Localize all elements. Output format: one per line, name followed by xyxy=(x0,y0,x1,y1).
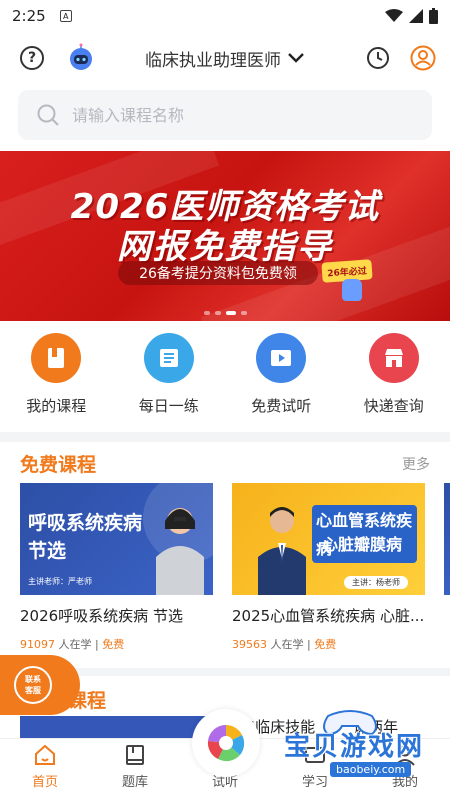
promo-banner[interactable]: 2026医师资格考试 网报免费指导 26备考提分资料包免费领 26年必过 xyxy=(0,151,450,321)
quick-actions: 我的课程 每日一练 免费试听 快递查询 xyxy=(0,333,450,423)
learner-suffix: 人在学 | xyxy=(270,638,315,651)
more-link[interactable]: 更多 xyxy=(402,454,430,474)
tab-trial[interactable]: 试听 xyxy=(180,709,270,800)
store-icon xyxy=(368,333,419,383)
status-icons xyxy=(385,8,438,24)
course-card-peek[interactable] xyxy=(444,483,450,595)
thumb-teacher: 主讲老师：严老师 xyxy=(28,577,92,586)
quick-label: 快递查询 xyxy=(363,397,424,415)
status-bar: 2:25 A xyxy=(0,0,450,32)
quick-express-query[interactable]: 快递查询 xyxy=(338,333,450,423)
notification-icon: A xyxy=(59,10,72,22)
wifi-icon xyxy=(385,9,403,22)
course-meta: 91097 人在学 | 免费 xyxy=(20,636,213,652)
contact-support-badge: 联系 客服 xyxy=(14,666,52,704)
learner-suffix: 人在学 | xyxy=(58,638,103,651)
banner-pagination xyxy=(0,311,450,315)
tab-question-bank[interactable]: 题库 xyxy=(90,739,180,800)
status-time: 2:25 xyxy=(12,7,46,25)
quick-label: 我的课程 xyxy=(26,397,87,415)
learner-count: 91097 xyxy=(20,638,55,651)
pagination-dot xyxy=(214,311,221,315)
course-thumbnail-partial xyxy=(20,716,210,738)
pagination-dot-active xyxy=(225,311,236,315)
site-watermark: 宝贝游戏网 baobeiy.com xyxy=(270,708,446,788)
course-name: 2025心血管系统疾病 心脏... xyxy=(232,607,425,625)
play-icon xyxy=(256,333,307,383)
search-icon xyxy=(37,104,59,126)
tab-label: 题库 xyxy=(121,775,148,790)
section-divider xyxy=(0,432,450,442)
thumb-title: 呼吸系统疾病 xyxy=(28,512,143,534)
user-avatar-icon[interactable] xyxy=(410,45,436,71)
teacher-photo xyxy=(258,507,306,595)
banner-offer-pill: 26备考提分资料包免费领 xyxy=(118,261,318,285)
contact-support-button[interactable]: 联系 客服 xyxy=(0,655,80,715)
contact-line: 客服 xyxy=(25,686,41,695)
quick-my-courses[interactable]: 我的课程 xyxy=(0,333,113,423)
search-bar[interactable] xyxy=(18,90,432,140)
course-thumbnail: 心血管系统疾病 心脏瓣膜病 主讲：杨老师 xyxy=(232,483,425,595)
quick-label: 每日一练 xyxy=(138,397,199,415)
book-icon xyxy=(31,333,82,383)
history-clock-icon[interactable] xyxy=(366,46,390,70)
tab-home[interactable]: 首页 xyxy=(0,739,90,800)
pagination-dot xyxy=(203,311,210,315)
course-card[interactable]: 心血管系统疾病 心脏瓣膜病 主讲：杨老师 2025心血管系统疾病 心脏... 3… xyxy=(232,483,425,652)
course-name: 2026呼吸系统疾病 节选 xyxy=(20,607,183,625)
exam-title: 临床执业助理医师 xyxy=(145,50,281,71)
watermark-url: baobeiy.com xyxy=(330,762,412,777)
book-icon xyxy=(126,745,144,765)
quick-label: 免费试听 xyxy=(251,397,312,415)
top-nav: ? 临床执业助理医师 xyxy=(0,32,450,84)
tab-label: 首页 xyxy=(31,775,58,790)
price-label: 免费 xyxy=(102,638,125,651)
pagination-dot xyxy=(240,311,247,315)
watermark-text: 宝贝游戏网 xyxy=(284,732,425,762)
contact-line: 联系 xyxy=(25,675,41,684)
robot-assistant-icon[interactable] xyxy=(66,43,96,73)
signal-icon xyxy=(409,9,423,23)
course-thumbnail: 呼吸系统疾病 节选 主讲老师：严老师 xyxy=(20,483,213,595)
course-thumbnail xyxy=(444,483,450,595)
course-card[interactable]: 呼吸系统疾病 节选 主讲老师：严老师 2026呼吸系统疾病 节选 91097 人… xyxy=(20,483,213,652)
course-meta: 39563 人在学 | 免费 xyxy=(232,636,425,652)
quick-free-trial[interactable]: 免费试听 xyxy=(225,333,338,423)
thumb-subtitle: 节选 xyxy=(28,540,67,562)
thumb-teacher: 主讲：杨老师 xyxy=(344,576,408,589)
price-label: 免费 xyxy=(314,638,337,651)
thumb-subtitle: 心脏瓣膜病 xyxy=(322,535,403,554)
chevron-down-icon xyxy=(288,53,304,63)
learner-count: 39563 xyxy=(232,638,267,651)
hand-illustration xyxy=(342,279,362,301)
search-input[interactable] xyxy=(72,105,414,125)
free-courses-header: 免费课程 更多 xyxy=(20,450,430,477)
list-icon xyxy=(143,333,194,383)
teacher-photo xyxy=(156,508,204,595)
free-course-list: 呼吸系统疾病 节选 主讲老师：严老师 2026呼吸系统疾病 节选 91097 人… xyxy=(20,483,450,658)
aperture-icon xyxy=(192,709,260,777)
quick-daily-practice[interactable]: 每日一练 xyxy=(113,333,226,423)
battery-icon xyxy=(429,8,438,24)
home-icon xyxy=(35,744,55,765)
section-title: 免费课程 xyxy=(20,454,97,476)
